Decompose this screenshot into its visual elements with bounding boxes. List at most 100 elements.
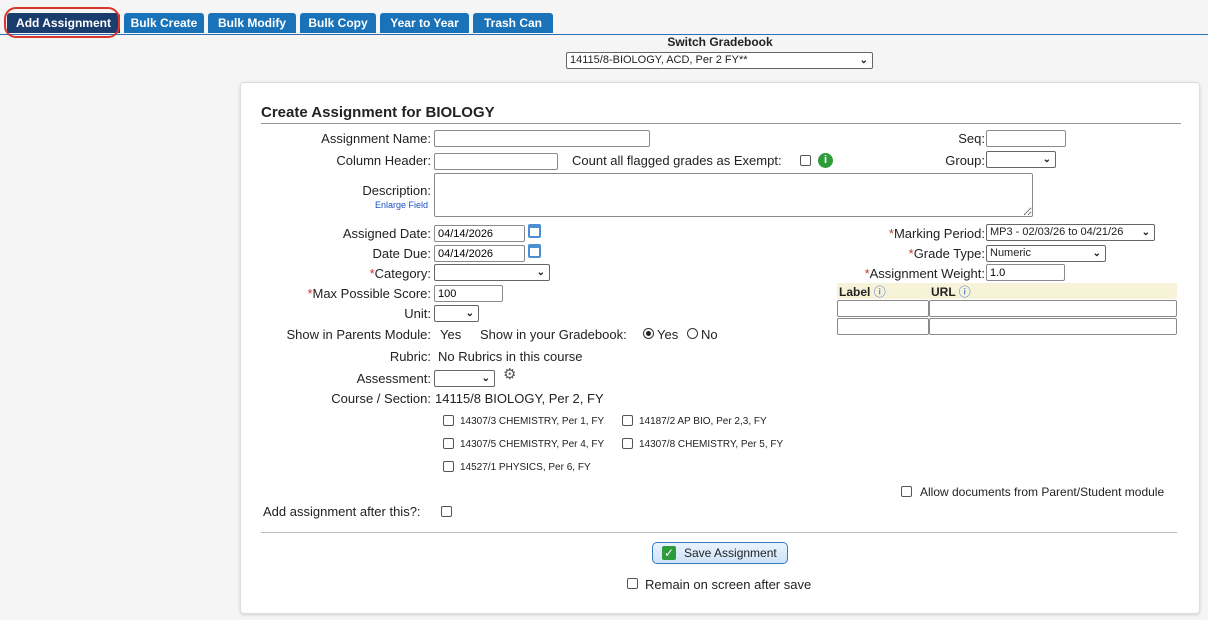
chevron-down-icon: ⌄ — [465, 308, 474, 319]
group-label: Group: — [945, 153, 985, 168]
assigned-date-label: Assigned Date: — [342, 226, 431, 241]
create-assignment-panel: Create Assignment for BIOLOGY Assignment… — [240, 82, 1200, 614]
tab-add-assignment[interactable]: Add Assignment — [7, 13, 120, 33]
tab-trash-can[interactable]: Trash Can — [473, 13, 553, 33]
show-gradebook-yes-label: Yes — [657, 327, 679, 342]
url-input-2[interactable] — [929, 318, 1177, 335]
section-label: 14527/1 PHYSICS, Per 6, FY — [460, 462, 591, 473]
seq-input[interactable] — [986, 130, 1066, 147]
show-gradebook-yes-radio[interactable] — [643, 328, 654, 339]
unit-label: Unit: — [404, 306, 431, 321]
url-label-input-1[interactable] — [837, 300, 929, 317]
section-checkbox[interactable] — [443, 461, 454, 472]
assignment-name-input[interactable] — [434, 130, 650, 147]
gear-icon[interactable]: ⚙ — [503, 365, 516, 383]
add-after-checkbox[interactable] — [441, 506, 452, 517]
category-label-text: Category: — [374, 266, 431, 281]
allow-documents-checkbox[interactable] — [901, 486, 912, 497]
chevron-down-icon: ⌄ — [481, 373, 490, 384]
save-assignment-button[interactable]: ✓ Save Assignment — [652, 542, 788, 564]
section-checkbox[interactable] — [622, 438, 633, 449]
switch-gradebook-value: 14115/8-BIOLOGY, ACD, Per 2 FY** — [570, 54, 748, 66]
section-label: 14187/2 AP BIO, Per 2,3, FY — [639, 416, 767, 427]
show-gradebook-no-radio[interactable] — [687, 328, 698, 339]
url-input-1[interactable] — [929, 300, 1177, 317]
enlarge-field-link[interactable]: Enlarge Field — [375, 200, 428, 210]
assessment-select[interactable]: ⌄ — [434, 370, 495, 387]
remain-on-screen-checkbox[interactable] — [627, 578, 638, 589]
category-label: *Category: — [370, 266, 431, 281]
course-section-label: Course / Section: — [331, 391, 431, 406]
assignment-weight-label-text: Assignment Weight: — [869, 266, 985, 281]
grade-type-value: Numeric — [990, 247, 1031, 259]
max-score-input[interactable] — [434, 285, 503, 302]
max-score-label: *Max Possible Score: — [307, 286, 431, 301]
grade-type-select[interactable]: Numeric ⌄ — [986, 245, 1106, 262]
switch-gradebook-select[interactable]: 14115/8-BIOLOGY, ACD, Per 2 FY** ⌄ — [566, 52, 873, 69]
marking-period-select[interactable]: MP3 - 02/03/26 to 04/21/26 ⌄ — [986, 224, 1155, 241]
grade-type-label-text: Grade Type: — [913, 246, 985, 261]
tab-bulk-modify[interactable]: Bulk Modify — [208, 13, 296, 33]
tab-bulk-copy[interactable]: Bulk Copy — [300, 13, 376, 33]
show-parents-label: Show in Parents Module: — [286, 327, 431, 342]
category-select[interactable]: ⌄ — [434, 264, 550, 281]
url-label-header-text: Label — [839, 285, 871, 299]
group-select[interactable]: ⌄ — [986, 151, 1056, 168]
date-due-label: Date Due: — [372, 246, 431, 261]
url-label-input-2[interactable] — [837, 318, 929, 335]
rubric-label: Rubric: — [389, 349, 431, 364]
add-after-label: Add assignment after this?: — [263, 504, 421, 519]
seq-label: Seq: — [958, 131, 985, 146]
calendar-icon[interactable] — [528, 224, 541, 238]
allow-documents-label: Allow documents from Parent/Student modu… — [920, 485, 1165, 499]
url-label-header: Label ⓘ — [839, 283, 886, 300]
assessment-label: Assessment: — [356, 371, 431, 386]
section-label: 14307/3 CHEMISTRY, Per 1, FY — [460, 416, 605, 427]
chevron-down-icon: ⌄ — [1042, 154, 1051, 165]
column-header-input[interactable] — [434, 153, 558, 170]
tab-bulk-create[interactable]: Bulk Create — [124, 13, 204, 33]
chevron-down-icon: ⌄ — [1092, 248, 1101, 259]
save-assignment-label: Save Assignment — [684, 546, 777, 560]
description-textarea[interactable] — [434, 173, 1033, 217]
assigned-date-input[interactable] — [434, 225, 525, 242]
marking-period-value: MP3 - 02/03/26 to 04/21/26 — [990, 226, 1124, 238]
remain-on-screen-label: Remain on screen after save — [645, 577, 812, 592]
count-flagged-label: Count all flagged grades as Exempt: — [572, 153, 782, 168]
show-parents-value: Yes — [440, 327, 462, 342]
chevron-down-icon: ⌄ — [859, 55, 868, 66]
form-title: Create Assignment for BIOLOGY — [261, 104, 495, 121]
section-label: 14307/5 CHEMISTRY, Per 4, FY — [460, 439, 605, 450]
switch-gradebook-title: Switch Gradebook — [667, 35, 773, 49]
chevron-down-icon: ⌄ — [536, 267, 545, 278]
radio-selected-dot — [646, 331, 651, 336]
date-due-input[interactable] — [434, 245, 525, 262]
unit-select[interactable]: ⌄ — [434, 305, 479, 322]
count-flagged-checkbox[interactable] — [800, 155, 811, 166]
grade-type-label: *Grade Type: — [909, 246, 985, 261]
show-gradebook-label: Show in your Gradebook: — [480, 327, 627, 342]
section-checkbox[interactable] — [443, 438, 454, 449]
assignment-weight-input[interactable] — [986, 264, 1065, 281]
calendar-icon[interactable] — [528, 244, 541, 258]
marking-period-label-text: Marking Period: — [893, 226, 985, 241]
check-icon: ✓ — [662, 546, 676, 560]
section-checkbox[interactable] — [622, 415, 633, 426]
info-circle-icon[interactable]: ⓘ — [959, 285, 971, 299]
assignment-weight-label: *Assignment Weight: — [865, 266, 985, 281]
section-checkbox[interactable] — [443, 415, 454, 426]
url-header-text: URL — [931, 285, 956, 299]
max-score-label-text: Max Possible Score: — [312, 286, 432, 301]
assignment-name-label: Assignment Name: — [321, 131, 431, 146]
rubric-value: No Rubrics in this course — [438, 349, 583, 364]
tab-year-to-year[interactable]: Year to Year — [380, 13, 469, 33]
section-label: 14307/8 CHEMISTRY, Per 5, FY — [639, 439, 784, 450]
info-icon[interactable]: i — [818, 153, 833, 168]
column-header-label: Column Header: — [336, 153, 431, 168]
divider — [261, 532, 1177, 533]
chevron-down-icon: ⌄ — [1141, 227, 1150, 238]
info-circle-icon[interactable]: ⓘ — [874, 285, 886, 299]
description-label: Description: — [362, 183, 431, 198]
show-gradebook-no-label: No — [701, 327, 718, 342]
url-header: URL ⓘ — [931, 283, 971, 300]
